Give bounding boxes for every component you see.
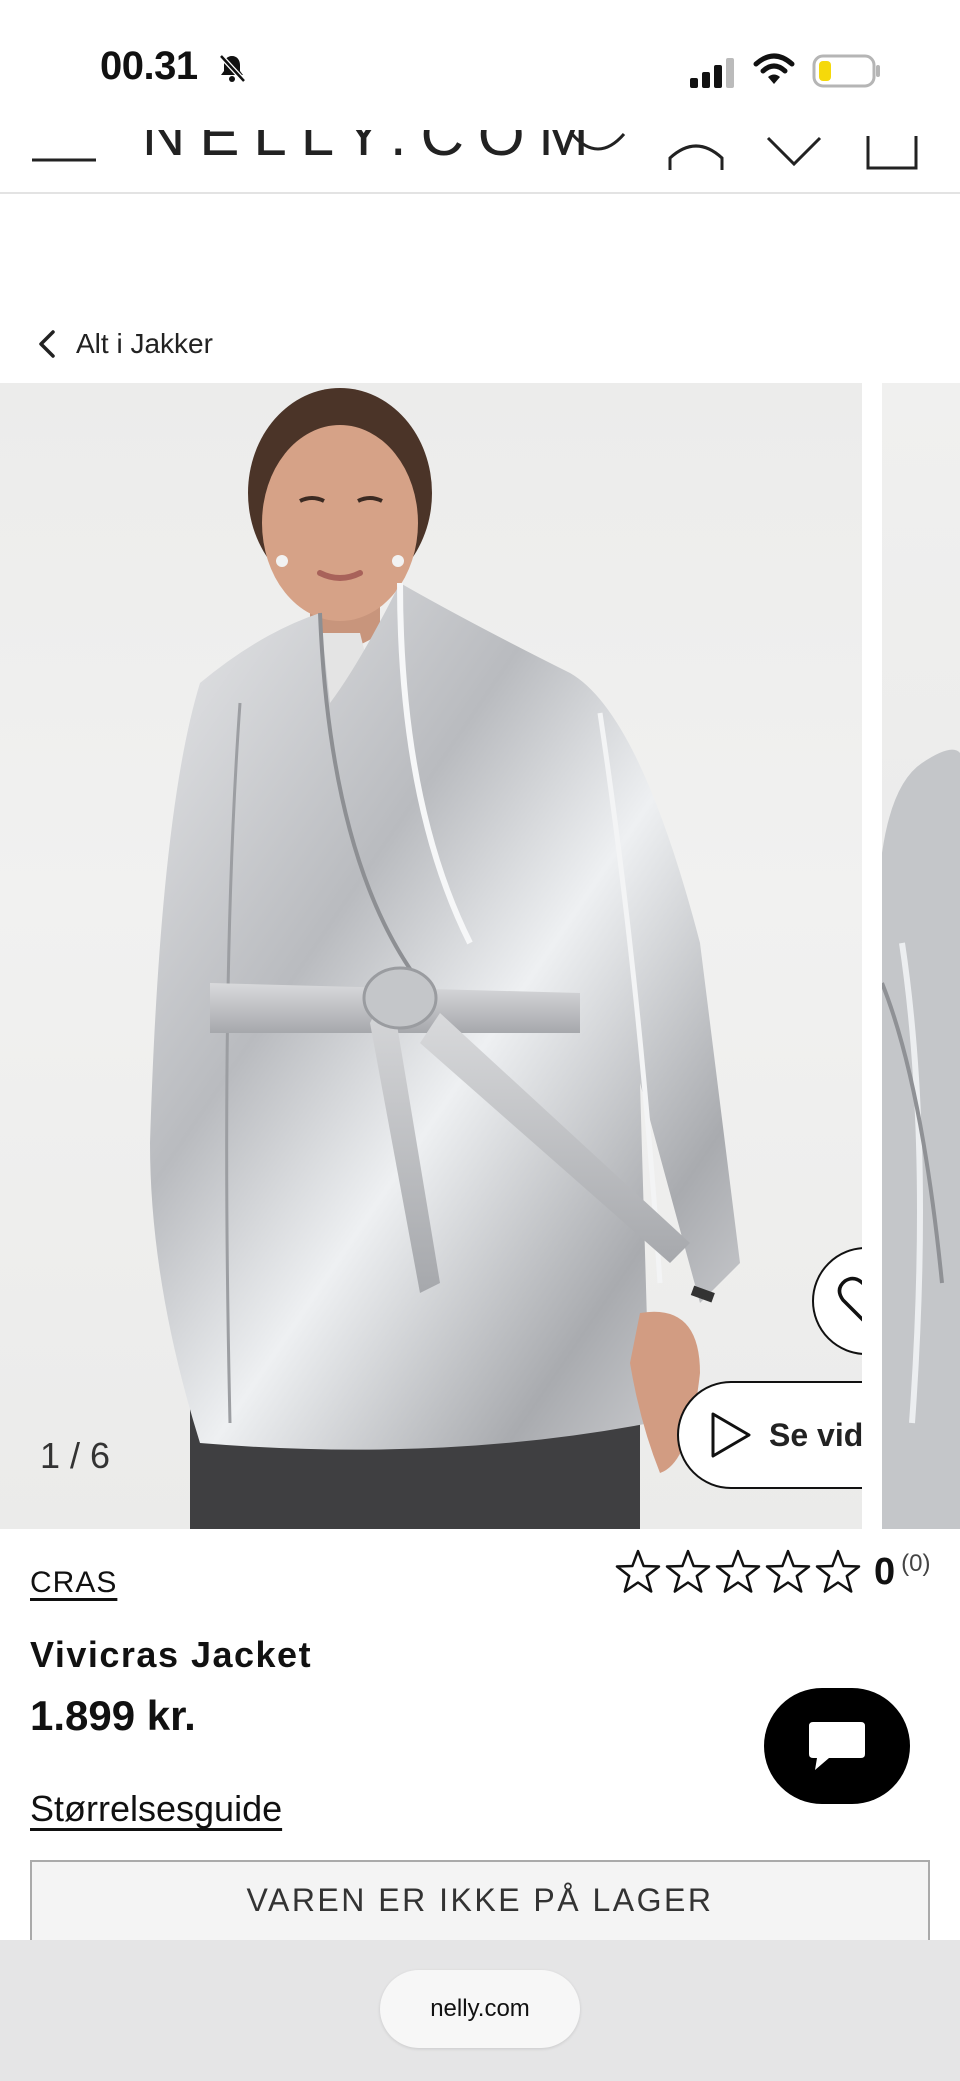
video-button[interactable]: Se video [677, 1381, 862, 1489]
battery-icon [812, 54, 880, 88]
signal-icon [690, 58, 734, 88]
out-of-stock-label: VAREN ER IKKE PÅ LAGER [246, 1882, 714, 1918]
star-icon [615, 1549, 661, 1593]
product-gallery[interactable]: 1 / 6 Se video [0, 383, 960, 1529]
star-icon [665, 1549, 711, 1593]
play-icon [711, 1412, 751, 1458]
breadcrumb-label: Alt i Jakker [76, 328, 213, 359]
rating-count: (0) [901, 1550, 931, 1577]
site-header: NELLY.COM [0, 130, 960, 194]
star-icon [765, 1549, 811, 1593]
gallery-slide-1[interactable]: 1 / 6 Se video [0, 383, 862, 1529]
account-icon[interactable] [666, 130, 726, 170]
rating-stars [614, 1548, 862, 1596]
chat-button[interactable] [764, 1688, 910, 1804]
star-icon [815, 1549, 861, 1593]
search-icon[interactable] [568, 130, 628, 170]
breadcrumb[interactable]: Alt i Jakker [36, 322, 213, 366]
rating-value: 0 [874, 1550, 896, 1593]
favorites-icon[interactable] [764, 130, 824, 170]
size-guide-link[interactable]: Størrelsesguide [30, 1788, 282, 1830]
menu-icon[interactable] [32, 130, 96, 166]
product-price: 1.899 kr. [30, 1692, 196, 1739]
status-bar: 00.31 [0, 0, 960, 130]
brand-link[interactable]: CRAS [30, 1566, 117, 1600]
gallery-slide-2[interactable] [882, 383, 960, 1529]
url-bar[interactable]: nelly.com [380, 1970, 580, 2048]
chevron-left-icon [39, 330, 55, 358]
browser-bar: nelly.com [0, 1940, 960, 2081]
slide-counter: 1 / 6 [40, 1435, 111, 1476]
wifi-icon [753, 53, 795, 84]
product-name: Vivicras Jacket [30, 1634, 313, 1675]
product-photo [150, 388, 740, 1529]
star-icon [715, 1549, 761, 1593]
status-time: 00.31 [100, 44, 198, 88]
bag-icon[interactable] [862, 130, 922, 170]
url-text: nelly.com [430, 1995, 530, 2022]
bell-slash-icon [219, 54, 246, 83]
chat-bubble-icon [809, 1722, 865, 1770]
video-label: Se video [769, 1416, 862, 1453]
site-logo[interactable]: NELLY.COM [142, 130, 603, 169]
next-photo-preview [882, 749, 960, 1529]
heart-icon [837, 1276, 862, 1322]
rating[interactable]: 0 (0) [614, 1548, 930, 1596]
